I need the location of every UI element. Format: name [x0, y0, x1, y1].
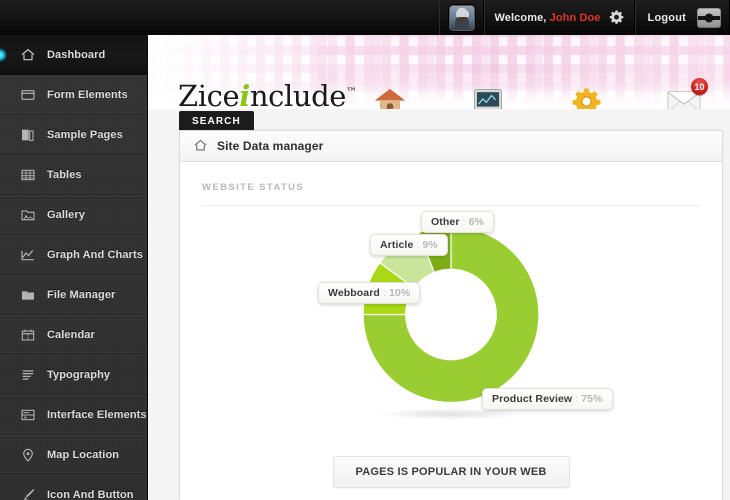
quick-icon-home[interactable]: Home: [352, 84, 428, 109]
brand-name-accent: i: [239, 79, 250, 109]
interface-icon: [20, 407, 36, 423]
callout-value: 9%: [422, 239, 438, 251]
tab-search[interactable]: SEARCH: [179, 111, 254, 132]
quick-icon-bar: Home Graph: [352, 78, 722, 109]
sidebar-item-map-location[interactable]: Map Location: [0, 435, 147, 475]
chart-icon: [20, 247, 36, 263]
sidebar-item-label: Calendar: [47, 329, 95, 341]
brand-name-part1: Zice: [178, 79, 240, 109]
popular-pages-button[interactable]: PAGES IS POPULAR IN YOUR WEB: [332, 456, 570, 488]
avatar-cell[interactable]: [438, 0, 484, 35]
avatar[interactable]: [448, 4, 475, 31]
text-lines-icon: [20, 367, 36, 383]
website-status-chart: Other : 6% Article : 9% Webboard : 10% P…: [180, 206, 722, 452]
sidebar-item-icon-and-button[interactable]: Icon And Button: [0, 475, 147, 500]
top-bar-filler: [0, 0, 439, 35]
callout-other[interactable]: Other : 6%: [421, 211, 494, 233]
brand-logo[interactable]: Ziceinclude™: [178, 79, 357, 109]
site-data-manager-panel: Site Data manager WEBSITE STATUS Other :…: [179, 130, 723, 500]
sidebar-item-label: Dashboard: [47, 48, 106, 61]
svg-text:1: 1: [27, 335, 30, 341]
logout-icon[interactable]: [697, 7, 721, 28]
welcome-prefix: Welcome,: [494, 11, 547, 24]
callout-value: 10%: [389, 287, 411, 299]
section-label: WEBSITE STATUS: [202, 182, 305, 193]
brush-icon: [20, 487, 36, 500]
callout-name: Product Review: [492, 393, 573, 405]
page-header: Ziceinclude™ Home: [148, 35, 730, 109]
sidebar: Dashboard Form Elements Sample Pages Tab…: [0, 35, 148, 500]
donut-chart: [180, 212, 722, 434]
sidebar-item-form-elements[interactable]: Form Elements: [0, 75, 147, 115]
sidebar-item-typography[interactable]: Typography: [0, 355, 147, 395]
brand-name-part2: nclude: [249, 79, 347, 109]
sidebar-item-sample-pages[interactable]: Sample Pages: [0, 115, 147, 155]
table-icon: [20, 167, 36, 183]
panel-header: Site Data manager: [180, 131, 722, 162]
sidebar-item-calendar[interactable]: 1 Calendar: [0, 315, 147, 355]
envelope-icon: [646, 84, 722, 109]
sidebar-item-label: Form Elements: [47, 89, 128, 101]
callout-value: 75%: [581, 393, 603, 405]
gear-icon[interactable]: [608, 9, 625, 26]
quick-icon-message[interactable]: 10 Message: [646, 78, 722, 109]
callout-name: Article: [380, 239, 414, 251]
home-icon: [352, 84, 428, 109]
quick-icon-graph[interactable]: Graph: [450, 84, 526, 109]
folder-icon: [20, 287, 36, 303]
sidebar-item-label: Typography: [47, 369, 111, 381]
gallery-icon: [20, 207, 36, 223]
message-badge: 10: [691, 78, 708, 95]
sidebar-item-label: Icon And Button: [47, 489, 134, 500]
calendar-icon: 1: [20, 327, 36, 343]
sidebar-item-dashboard[interactable]: Dashboard: [0, 35, 147, 75]
top-bar: Welcome, John Doe Logout: [0, 0, 730, 35]
callout-webboard[interactable]: Webboard : 10%: [318, 282, 421, 304]
sidebar-item-label: Interface Elements: [47, 409, 147, 421]
home-icon: [20, 47, 36, 63]
pages-icon: [20, 127, 36, 143]
sidebar-item-gallery[interactable]: Gallery: [0, 195, 147, 235]
map-pin-icon: [20, 447, 36, 463]
sidebar-item-tables[interactable]: Tables: [0, 155, 147, 195]
callout-product-review[interactable]: Product Review : 75%: [482, 388, 613, 410]
application-window: Welcome, John Doe Logout Dashboard Form …: [0, 0, 730, 500]
main-content: SEARCH Site Data manager WEBSITE STATUS: [148, 109, 730, 500]
panel-title: Site Data manager: [217, 139, 324, 153]
sidebar-item-graph-and-charts[interactable]: Graph And Charts: [0, 235, 147, 275]
gear-icon: [548, 84, 624, 109]
sidebar-item-file-manager[interactable]: File Manager: [0, 275, 147, 315]
callout-name: Webboard: [328, 287, 380, 299]
home-icon: [193, 138, 209, 154]
sidebar-item-label: Gallery: [47, 209, 86, 221]
welcome-text: Welcome, John Doe: [495, 12, 601, 24]
graph-icon: [450, 84, 526, 109]
quick-icon-setting[interactable]: Setting: [548, 84, 624, 109]
sidebar-item-label: Map Location: [47, 449, 120, 461]
sidebar-item-label: Graph And Charts: [47, 249, 143, 261]
form-icon: [20, 87, 36, 103]
callout-value: 6%: [468, 216, 484, 228]
callout-article[interactable]: Article : 9%: [370, 234, 448, 256]
logout-label: Logout: [647, 11, 686, 24]
user-name: John Doe: [549, 11, 601, 24]
sidebar-item-label: Sample Pages: [47, 129, 123, 141]
callout-name: Other: [431, 216, 460, 228]
sidebar-item-label: File Manager: [47, 289, 116, 301]
sidebar-item-label: Tables: [47, 169, 82, 181]
sidebar-item-interface-elements[interactable]: Interface Elements: [0, 395, 147, 435]
cta-row: PAGES IS POPULAR IN YOUR WEB: [180, 456, 722, 488]
welcome-cell[interactable]: Welcome, John Doe: [483, 0, 635, 35]
logout-cell[interactable]: Logout: [634, 0, 730, 35]
